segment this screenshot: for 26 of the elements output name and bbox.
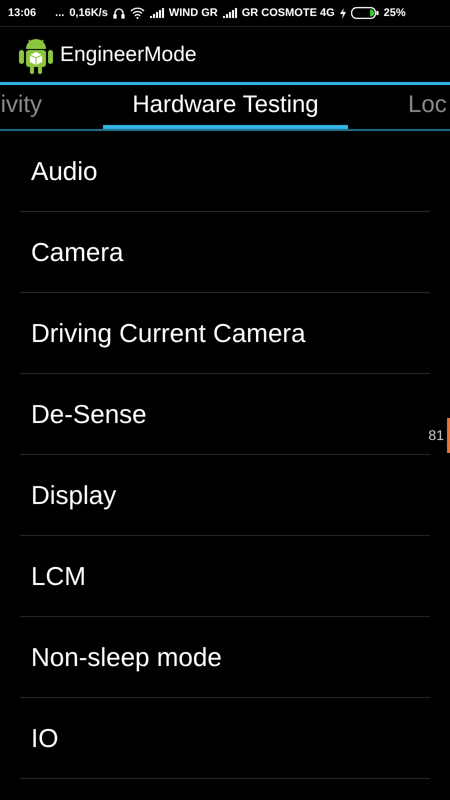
list-item[interactable]: Display [20, 455, 430, 536]
signal-icon [222, 8, 237, 18]
tab[interactable]: Loc [348, 85, 450, 129]
list-item[interactable]: LCM [20, 536, 430, 617]
network-speed: 0,16K/s [69, 7, 108, 19]
list-item[interactable]: De-Sense [20, 374, 430, 455]
charging-icon [340, 8, 346, 18]
carrier-name: GR COSMOTE 4G [242, 7, 335, 19]
list-item[interactable]: Driving Current Camera [20, 293, 430, 374]
battery-percent: 25% [384, 7, 406, 19]
tab[interactable]: Hardware Testing [103, 85, 348, 129]
carrier-name: WIND GR [168, 7, 218, 19]
headset-icon [112, 7, 125, 19]
clock: 13:06 [8, 7, 36, 19]
app-title: EngineerMode [60, 42, 197, 66]
more-dots: ... [55, 7, 64, 19]
signal-icon [150, 8, 164, 18]
list-item[interactable]: Audio [20, 131, 430, 212]
battery-icon [350, 7, 379, 19]
scroll-position-label: 81 [428, 427, 444, 443]
list-item[interactable]: Non-sleep mode [20, 617, 430, 698]
tab[interactable]: ivity [0, 85, 103, 129]
scroll-indicator [447, 418, 450, 453]
list-item[interactable]: Camera [20, 212, 430, 293]
list-item[interactable]: IO [20, 698, 430, 779]
wifi-icon [130, 7, 145, 19]
